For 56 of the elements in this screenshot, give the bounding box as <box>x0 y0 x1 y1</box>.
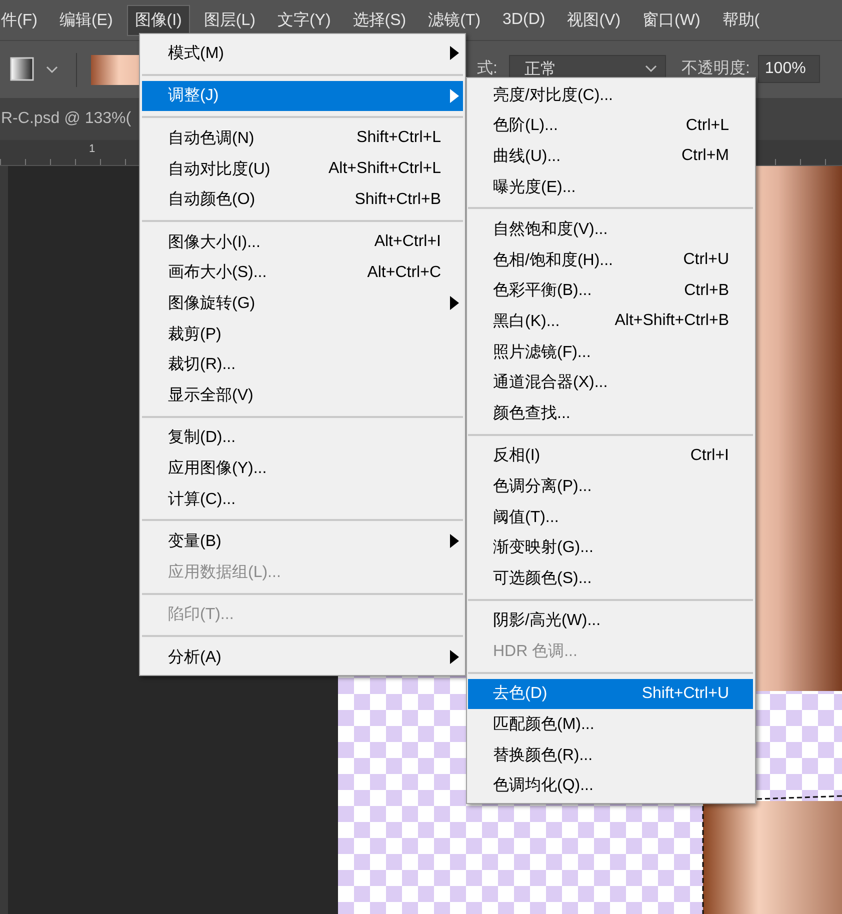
menu-item[interactable]: 自动对比度(U) Alt+Shift+Ctrl+L <box>142 154 463 184</box>
menu-item[interactable]: 画布大小(S)... Alt+Ctrl+C <box>142 258 463 288</box>
menu-item[interactable]: 匹配颜色(M)... <box>468 709 753 740</box>
menu-item[interactable]: 阈值(T)... <box>468 502 753 532</box>
menu-item[interactable]: 变量(B) <box>142 526 463 557</box>
menu-item[interactable]: 自动颜色(O) Shift+Ctrl+B <box>142 184 463 215</box>
menu-item[interactable]: 自然饱和度(V)... <box>468 214 753 245</box>
document-tab[interactable]: R-C.psd @ 133%( <box>1 110 132 128</box>
menu-bar-item[interactable]: 选择(S) <box>344 4 414 36</box>
ruler-label: 1 <box>89 143 96 155</box>
menu-item[interactable]: 曝光度(E)... <box>468 172 753 202</box>
menu-item[interactable]: 复制(D)... <box>142 422 463 454</box>
menu-item[interactable]: 通道混合器(X)... <box>468 367 753 398</box>
menu-item[interactable]: 图像大小(I)... Alt+Ctrl+I <box>142 226 463 258</box>
menu-item[interactable]: 色调分离(P)... <box>468 471 753 502</box>
menu-bar-item[interactable]: 窗口(W) <box>634 4 708 36</box>
menu-item[interactable]: 黑白(K)... Alt+Shift+Ctrl+B <box>468 306 753 337</box>
menu-bar-item[interactable]: 帮助( <box>714 4 768 36</box>
menu-item[interactable]: 渐变映射(G)... <box>468 532 753 563</box>
menu-item[interactable]: 可选颜色(S)... <box>468 562 753 594</box>
opacity-label: 不透明度: <box>681 58 750 79</box>
menu-bar-item[interactable]: 图像(I) <box>126 4 190 36</box>
menu-item[interactable]: 亮度/对比度(C)... <box>468 80 753 111</box>
menu-item[interactable]: 颜色查找... <box>468 398 753 429</box>
menu-item[interactable]: 曲线(U)... Ctrl+M <box>468 141 753 172</box>
menu-item[interactable]: 反相(I) Ctrl+I <box>468 440 753 472</box>
menu-item[interactable]: 色彩平衡(B)... Ctrl+B <box>468 276 753 306</box>
menu-item[interactable]: 裁切(R)... <box>142 349 463 380</box>
menu-bar-item[interactable]: 编辑(E) <box>51 4 121 36</box>
menu-item[interactable]: 显示全部(V) <box>142 380 463 411</box>
menu-item[interactable]: 阴影/高光(W)... <box>468 606 753 636</box>
menu-item[interactable]: 照片滤镜(F)... <box>468 336 753 368</box>
menu-item[interactable]: 分析(A) <box>142 642 463 673</box>
menu-item[interactable]: 色相/饱和度(H)... Ctrl+U <box>468 244 753 276</box>
menu-item[interactable]: 计算(C)... <box>142 484 463 514</box>
menu-item[interactable]: 自动色调(N) Shift+Ctrl+L <box>142 123 463 154</box>
menu-bar-item[interactable]: 图层(L) <box>196 4 264 36</box>
caret-icon[interactable] <box>46 66 58 74</box>
menu-item[interactable]: 色调均化(Q)... <box>468 770 753 802</box>
menu-item[interactable]: 应用图像(Y)... <box>142 453 463 484</box>
menu-item[interactable]: 替换颜色(R)... <box>468 740 753 770</box>
menu-item[interactable]: 图像旋转(G) <box>142 288 463 319</box>
menu-bar-item[interactable]: 件(F) <box>0 4 46 36</box>
menu-item[interactable]: 模式(M) <box>142 38 463 69</box>
menu-item[interactable]: 去色(D) Shift+Ctrl+U <box>468 678 753 710</box>
menu-item[interactable]: 色阶(L)... Ctrl+L <box>468 110 753 142</box>
opacity-field[interactable]: 100% <box>758 55 820 83</box>
menu-bar-item[interactable]: 文字(Y) <box>269 4 339 36</box>
mode-label: 式: <box>477 58 498 79</box>
menu-item[interactable]: 裁剪(P) <box>142 318 463 350</box>
menu-bar-item[interactable]: 视图(V) <box>559 4 629 36</box>
menu-bar-item[interactable]: 3D(D) <box>494 6 554 34</box>
gradient-tool-icon[interactable] <box>10 57 34 81</box>
menu-bar-item[interactable]: 滤镜(T) <box>420 4 489 36</box>
menu-item[interactable]: 调整(J) <box>142 80 463 112</box>
caret-icon <box>645 65 658 73</box>
